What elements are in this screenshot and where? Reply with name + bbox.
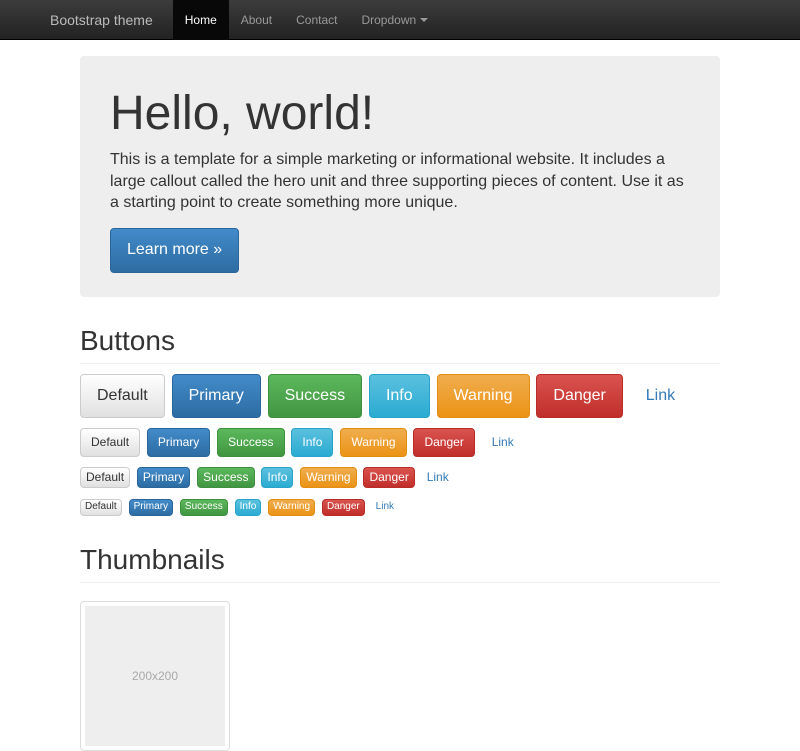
warning-button[interactable]: Warning [300,467,356,488]
thumbnails-heading: Thumbnails [80,544,720,583]
button-row-xxs: Default Primary Success Info Warning Dan… [80,498,720,515]
success-button[interactable]: Success [197,467,254,488]
button-row-sm: Default Primary Success Info Warning Dan… [80,428,720,457]
danger-button[interactable]: Danger [322,499,365,515]
link-button[interactable]: Link [422,468,454,487]
hero-jumbotron: Hello, world! This is a template for a s… [80,56,720,297]
primary-button[interactable]: Primary [172,374,261,419]
nav-contact[interactable]: Contact [284,0,349,40]
hero-text: This is a template for a simple marketin… [110,149,690,214]
danger-button[interactable]: Danger [536,374,622,419]
buttons-heading: Buttons [80,325,720,364]
button-row-lg: Default Primary Success Info Warning Dan… [80,374,720,419]
navbar-brand[interactable]: Bootstrap theme [50,12,153,28]
default-button[interactable]: Default [80,499,122,515]
primary-button[interactable]: Primary [137,467,190,488]
learn-more-button[interactable]: Learn more » [110,228,239,273]
warning-button[interactable]: Warning [268,499,315,515]
danger-button[interactable]: Danger [413,428,474,457]
link-button[interactable]: Link [372,500,398,514]
chevron-down-icon [420,18,428,22]
default-button[interactable]: Default [80,428,140,457]
hero-title: Hello, world! [110,86,690,141]
nav-about[interactable]: About [229,0,284,40]
default-button[interactable]: Default [80,467,130,488]
info-button[interactable]: Info [235,499,262,515]
nav-dropdown-label: Dropdown [361,13,416,27]
link-button[interactable]: Link [630,375,691,418]
link-button[interactable]: Link [482,429,524,456]
thumbnail-placeholder: 200x200 [85,606,225,746]
thumbnail[interactable]: 200x200 [80,601,230,751]
nav-dropdown[interactable]: Dropdown [349,0,440,40]
default-button[interactable]: Default [80,374,165,419]
warning-button[interactable]: Warning [340,428,406,457]
danger-button[interactable]: Danger [363,467,414,488]
button-row-xs: Default Primary Success Info Warning Dan… [80,467,720,488]
info-button[interactable]: Info [261,467,293,488]
nav-home[interactable]: Home [173,0,229,40]
primary-button[interactable]: Primary [147,428,210,457]
warning-button[interactable]: Warning [437,374,530,419]
success-button[interactable]: Success [180,499,228,515]
primary-button[interactable]: Primary [129,499,173,515]
info-button[interactable]: Info [369,374,430,419]
info-button[interactable]: Info [291,428,333,457]
success-button[interactable]: Success [268,374,362,419]
navbar: Bootstrap theme Home About Contact Dropd… [0,0,800,40]
success-button[interactable]: Success [217,428,284,457]
